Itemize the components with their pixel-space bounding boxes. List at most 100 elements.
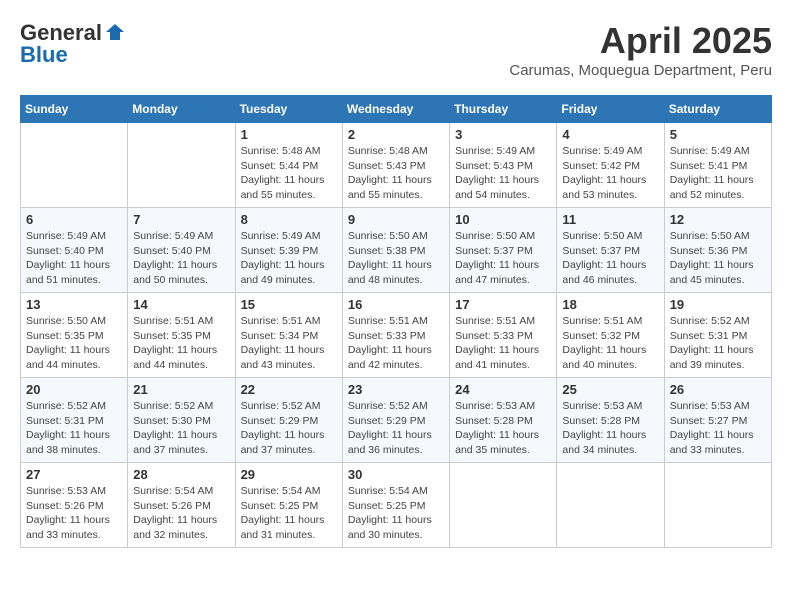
calendar-cell: 26Sunrise: 5:53 AM Sunset: 5:27 PM Dayli… — [664, 378, 771, 463]
day-info: Sunrise: 5:51 AM Sunset: 5:33 PM Dayligh… — [348, 314, 444, 373]
day-number: 1 — [241, 127, 337, 142]
day-number: 22 — [241, 382, 337, 397]
day-number: 10 — [455, 212, 551, 227]
day-info: Sunrise: 5:53 AM Sunset: 5:26 PM Dayligh… — [26, 484, 122, 543]
day-number: 7 — [133, 212, 229, 227]
day-number: 8 — [241, 212, 337, 227]
page-container: General Blue April 2025 Carumas, Moquegu… — [20, 20, 772, 548]
day-info: Sunrise: 5:48 AM Sunset: 5:43 PM Dayligh… — [348, 144, 444, 203]
calendar-cell: 21 Sunrise: 5:52 AM Sunset: 5:30 PM Dayli… — [128, 378, 235, 463]
day-number: 30 — [348, 467, 444, 482]
col-monday: Monday — [128, 96, 235, 123]
day-info: Sunrise: 5:49 AM Sunset: 5:40 PM Dayligh… — [26, 229, 122, 288]
calendar-cell: 8Sunrise: 5:49 AM Sunset: 5:39 PM Daylig… — [235, 208, 342, 293]
day-info: Sunrise: 5:49 AM Sunset: 5:42 PM Dayligh… — [562, 144, 658, 203]
week-row-1: 1 Sunrise: 5:48 AM Sunset: 5:44 PM Daylig… — [21, 123, 772, 208]
calendar-cell: 29Sunrise: 5:54 AM Sunset: 5:25 PM Dayli… — [235, 463, 342, 548]
col-sunday: Sunday — [21, 96, 128, 123]
calendar-cell — [128, 123, 235, 208]
calendar-cell: 1 Sunrise: 5:48 AM Sunset: 5:44 PM Daylig… — [235, 123, 342, 208]
day-number: 18 — [562, 297, 658, 312]
calendar-cell: 25 Sunrise: 5:53 AM Sunset: 5:28 PM Dayli… — [557, 378, 664, 463]
calendar-cell: 27 Sunrise: 5:53 AM Sunset: 5:26 PM Dayli… — [21, 463, 128, 548]
calendar-cell: 2Sunrise: 5:48 AM Sunset: 5:43 PM Daylig… — [342, 123, 449, 208]
calendar-cell: 23 Sunrise: 5:52 AM Sunset: 5:29 PM Dayli… — [342, 378, 449, 463]
day-number: 6 — [26, 212, 122, 227]
day-number: 19 — [670, 297, 766, 312]
day-number: 27 — [26, 467, 122, 482]
day-number: 17 — [455, 297, 551, 312]
day-info: Sunrise: 5:51 AM Sunset: 5:35 PM Dayligh… — [133, 314, 229, 373]
day-number: 20 — [26, 382, 122, 397]
calendar-cell: 11 Sunrise: 5:50 AM Sunset: 5:37 PM Dayli… — [557, 208, 664, 293]
day-info: Sunrise: 5:53 AM Sunset: 5:28 PM Dayligh… — [562, 399, 658, 458]
calendar-cell: 16 Sunrise: 5:51 AM Sunset: 5:33 PM Dayli… — [342, 293, 449, 378]
day-number: 26 — [670, 382, 766, 397]
day-number: 12 — [670, 212, 766, 227]
calendar-cell: 30 Sunrise: 5:54 AM Sunset: 5:25 PM Dayli… — [342, 463, 449, 548]
day-info: Sunrise: 5:50 AM Sunset: 5:38 PM Dayligh… — [348, 229, 444, 288]
calendar-cell: 15 Sunrise: 5:51 AM Sunset: 5:34 PM Dayli… — [235, 293, 342, 378]
calendar-cell: 14 Sunrise: 5:51 AM Sunset: 5:35 PM Dayli… — [128, 293, 235, 378]
day-info: Sunrise: 5:52 AM Sunset: 5:29 PM Dayligh… — [241, 399, 337, 458]
calendar-cell: 18 Sunrise: 5:51 AM Sunset: 5:32 PM Dayli… — [557, 293, 664, 378]
day-info: Sunrise: 5:51 AM Sunset: 5:34 PM Dayligh… — [241, 314, 337, 373]
calendar-cell: 4 Sunrise: 5:49 AM Sunset: 5:42 PM Daylig… — [557, 123, 664, 208]
day-info: Sunrise: 5:51 AM Sunset: 5:32 PM Dayligh… — [562, 314, 658, 373]
month-title: April 2025 — [509, 20, 772, 62]
day-info: Sunrise: 5:50 AM Sunset: 5:36 PM Dayligh… — [670, 229, 766, 288]
day-info: Sunrise: 5:54 AM Sunset: 5:25 PM Dayligh… — [348, 484, 444, 543]
day-number: 16 — [348, 297, 444, 312]
calendar-table: Sunday Monday Tuesday Wednesday Thursday… — [20, 95, 772, 548]
calendar-cell — [450, 463, 557, 548]
day-info: Sunrise: 5:49 AM Sunset: 5:43 PM Dayligh… — [455, 144, 551, 203]
calendar-header-row: Sunday Monday Tuesday Wednesday Thursday… — [21, 96, 772, 123]
logo: General Blue — [20, 20, 126, 68]
day-number: 13 — [26, 297, 122, 312]
col-wednesday: Wednesday — [342, 96, 449, 123]
col-tuesday: Tuesday — [235, 96, 342, 123]
day-number: 4 — [562, 127, 658, 142]
calendar-cell: 3Sunrise: 5:49 AM Sunset: 5:43 PM Daylig… — [450, 123, 557, 208]
header: General Blue April 2025 Carumas, Moquegu… — [20, 20, 772, 79]
day-info: Sunrise: 5:52 AM Sunset: 5:29 PM Dayligh… — [348, 399, 444, 458]
calendar-cell: 24 Sunrise: 5:53 AM Sunset: 5:28 PM Dayli… — [450, 378, 557, 463]
calendar-cell: 13 Sunrise: 5:50 AM Sunset: 5:35 PM Dayli… — [21, 293, 128, 378]
day-number: 15 — [241, 297, 337, 312]
day-number: 14 — [133, 297, 229, 312]
day-info: Sunrise: 5:48 AM Sunset: 5:44 PM Dayligh… — [241, 144, 337, 203]
calendar-cell: 17 Sunrise: 5:51 AM Sunset: 5:33 PM Dayli… — [450, 293, 557, 378]
calendar-cell: 10Sunrise: 5:50 AM Sunset: 5:37 PM Dayli… — [450, 208, 557, 293]
day-info: Sunrise: 5:49 AM Sunset: 5:41 PM Dayligh… — [670, 144, 766, 203]
calendar-cell — [21, 123, 128, 208]
week-row-3: 13 Sunrise: 5:50 AM Sunset: 5:35 PM Dayli… — [21, 293, 772, 378]
day-info: Sunrise: 5:52 AM Sunset: 5:31 PM Dayligh… — [26, 399, 122, 458]
calendar-cell: 5 Sunrise: 5:49 AM Sunset: 5:41 PM Daylig… — [664, 123, 771, 208]
calendar-cell: 20 Sunrise: 5:52 AM Sunset: 5:31 PM Dayli… — [21, 378, 128, 463]
day-number: 28 — [133, 467, 229, 482]
day-number: 11 — [562, 212, 658, 227]
day-info: Sunrise: 5:50 AM Sunset: 5:35 PM Dayligh… — [26, 314, 122, 373]
day-info: Sunrise: 5:54 AM Sunset: 5:25 PM Dayligh… — [241, 484, 337, 543]
day-info: Sunrise: 5:49 AM Sunset: 5:40 PM Dayligh… — [133, 229, 229, 288]
calendar-cell: 22 Sunrise: 5:52 AM Sunset: 5:29 PM Dayli… — [235, 378, 342, 463]
day-number: 23 — [348, 382, 444, 397]
day-number: 25 — [562, 382, 658, 397]
calendar-cell — [557, 463, 664, 548]
day-info: Sunrise: 5:52 AM Sunset: 5:30 PM Dayligh… — [133, 399, 229, 458]
title-section: April 2025 Carumas, Moquegua Department,… — [509, 20, 772, 79]
day-number: 21 — [133, 382, 229, 397]
day-number: 24 — [455, 382, 551, 397]
calendar-cell: 12 Sunrise: 5:50 AM Sunset: 5:36 PM Dayli… — [664, 208, 771, 293]
day-number: 5 — [670, 127, 766, 142]
calendar-cell: 9 Sunrise: 5:50 AM Sunset: 5:38 PM Daylig… — [342, 208, 449, 293]
day-info: Sunrise: 5:53 AM Sunset: 5:28 PM Dayligh… — [455, 399, 551, 458]
day-info: Sunrise: 5:51 AM Sunset: 5:33 PM Dayligh… — [455, 314, 551, 373]
calendar-cell: 7 Sunrise: 5:49 AM Sunset: 5:40 PM Daylig… — [128, 208, 235, 293]
week-row-2: 6 Sunrise: 5:49 AM Sunset: 5:40 PM Daylig… — [21, 208, 772, 293]
day-info: Sunrise: 5:50 AM Sunset: 5:37 PM Dayligh… — [562, 229, 658, 288]
logo-bird-icon — [104, 22, 126, 44]
day-number: 9 — [348, 212, 444, 227]
week-row-4: 20 Sunrise: 5:52 AM Sunset: 5:31 PM Dayli… — [21, 378, 772, 463]
logo-blue: Blue — [20, 42, 68, 68]
